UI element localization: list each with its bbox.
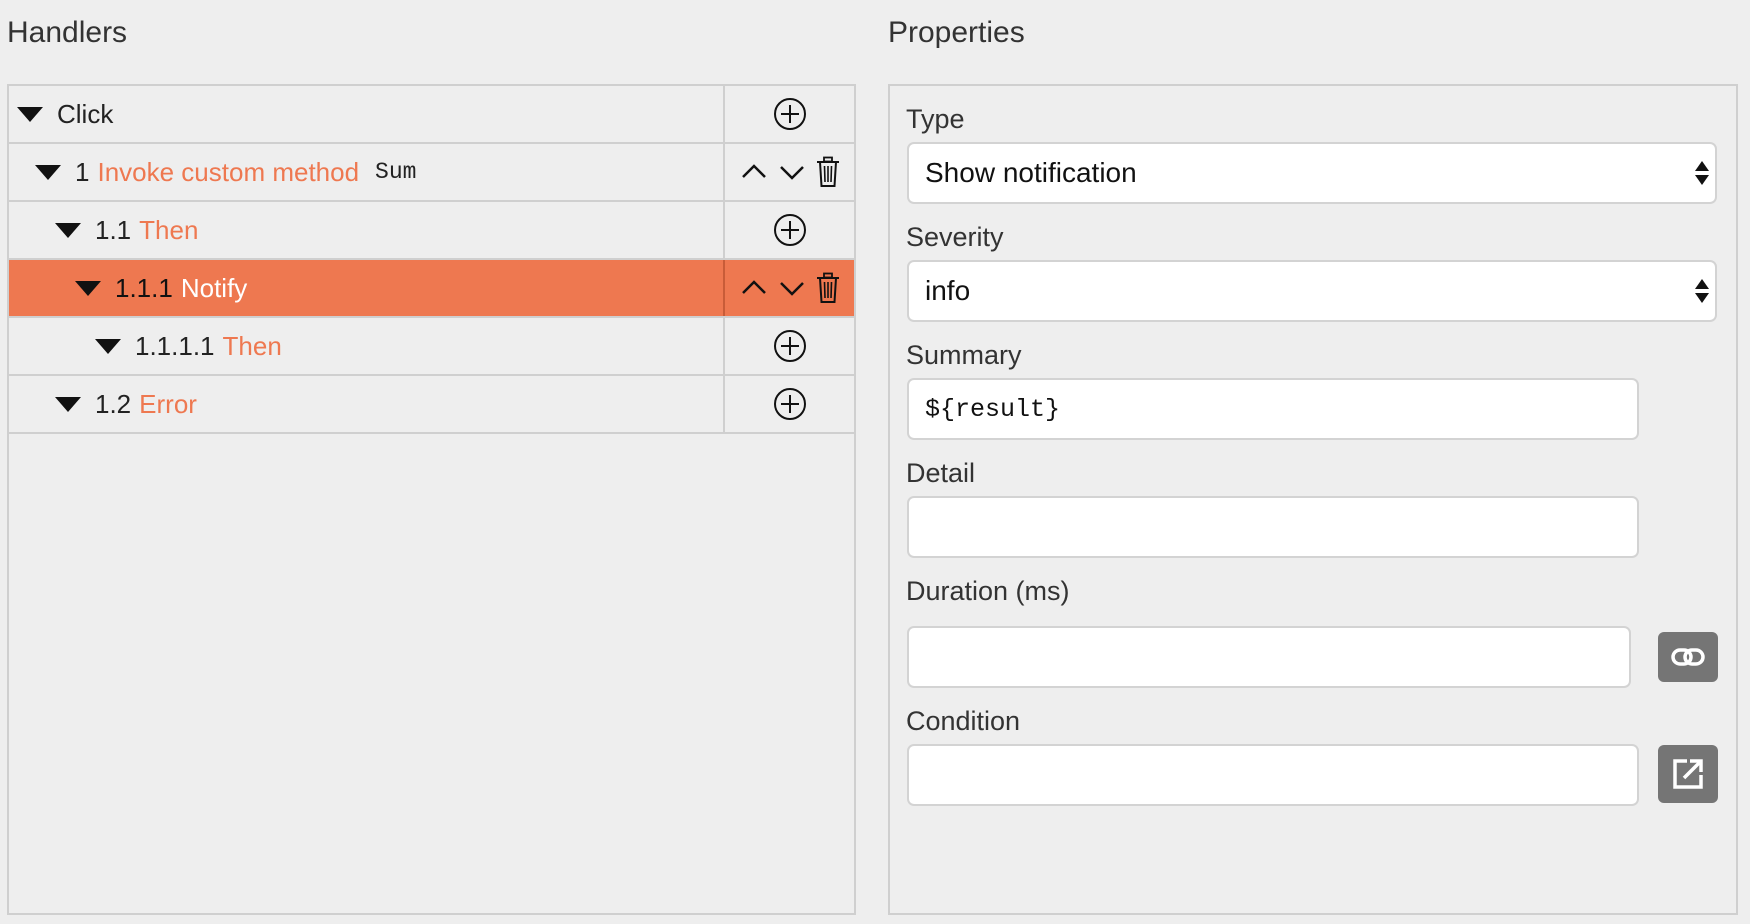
- node-kind: Error: [139, 388, 197, 419]
- node-number: 1.2: [95, 388, 132, 419]
- row-actions: [725, 86, 854, 142]
- row-actions: [725, 260, 854, 316]
- plus-circle-icon: [773, 330, 806, 362]
- trash-icon: [816, 156, 839, 187]
- add-handler-button[interactable]: [773, 387, 807, 421]
- select-arrows-icon: [1695, 279, 1709, 303]
- severity-select-value: info: [925, 275, 971, 306]
- caret-down-icon[interactable]: [75, 280, 101, 296]
- properties-title: Properties: [888, 16, 1025, 49]
- node-kind: Notify: [180, 272, 248, 303]
- row-actions: [725, 202, 854, 258]
- node-number: 1.1: [95, 214, 132, 245]
- select-arrows-icon: [1695, 161, 1709, 185]
- move-down-button[interactable]: [777, 157, 807, 187]
- row-actions: [725, 144, 854, 200]
- add-handler-button[interactable]: [773, 213, 807, 247]
- tree-row-label: 1.1.1 Notify: [9, 260, 725, 316]
- detail-label: Detail: [906, 458, 976, 488]
- tree-row-then-nested[interactable]: 1.1.1.1 Then: [9, 318, 854, 376]
- caret-down-icon[interactable]: [55, 396, 81, 412]
- chevron-up-icon: [741, 280, 766, 294]
- type-select[interactable]: Show notification: [907, 142, 1717, 204]
- tree-row-label: 1.2 Error: [9, 376, 725, 432]
- handlers-tree-panel: Click 1 Invoke custom method Sum 1.1 The…: [7, 84, 856, 915]
- node-kind: Then: [139, 214, 199, 245]
- chevron-down-icon: [779, 282, 804, 296]
- type-label: Type: [906, 104, 965, 134]
- plus-circle-icon: [773, 214, 806, 246]
- node-kind: Then: [222, 330, 282, 361]
- row-actions: [725, 318, 854, 374]
- caret-down-icon[interactable]: [95, 338, 121, 354]
- tree-row-notify[interactable]: 1.1.1 Notify: [9, 260, 854, 318]
- duration-binding-button[interactable]: [1658, 632, 1718, 682]
- chevron-down-icon: [779, 166, 804, 180]
- handlers-title: Handlers: [7, 16, 128, 49]
- tree-row-label: Click: [9, 86, 725, 142]
- row-actions: [725, 376, 854, 432]
- duration-input[interactable]: [907, 626, 1631, 688]
- external-edit-icon: [1673, 759, 1703, 789]
- move-down-button[interactable]: [777, 273, 807, 303]
- add-handler-button[interactable]: [773, 329, 807, 363]
- move-up-button[interactable]: [739, 157, 769, 187]
- summary-input[interactable]: [907, 378, 1639, 440]
- plus-circle-icon: [773, 388, 806, 420]
- node-argument: Sum: [375, 159, 417, 185]
- node-number: 1.1.1: [115, 272, 173, 303]
- node-label: Click: [57, 98, 114, 129]
- severity-select[interactable]: info: [907, 260, 1717, 322]
- tree-row-error[interactable]: 1.2 Error: [9, 376, 854, 434]
- tree-row-label: 1.1 Then: [9, 202, 725, 258]
- condition-label: Condition: [906, 706, 1021, 736]
- move-up-button[interactable]: [739, 273, 769, 303]
- plus-circle-icon: [773, 98, 806, 130]
- tree-row-then[interactable]: 1.1 Then: [9, 202, 854, 260]
- condition-editor-button[interactable]: [1658, 745, 1718, 803]
- delete-button[interactable]: [815, 156, 841, 188]
- severity-label: Severity: [906, 222, 1004, 252]
- tree-row-label: 1.1.1.1 Then: [9, 318, 725, 374]
- duration-label: Duration (ms): [906, 576, 1070, 606]
- tree-row-click[interactable]: Click: [9, 86, 854, 144]
- node-number: 1.1.1.1: [135, 330, 215, 361]
- tree-row-invoke-custom-method[interactable]: 1 Invoke custom method Sum: [9, 144, 854, 202]
- condition-input[interactable]: [907, 744, 1639, 806]
- caret-down-icon[interactable]: [35, 164, 61, 180]
- summary-label: Summary: [906, 340, 1022, 370]
- delete-button[interactable]: [815, 272, 841, 304]
- node-number: 1: [75, 156, 90, 187]
- trash-icon: [816, 272, 839, 303]
- caret-down-icon[interactable]: [17, 106, 43, 122]
- type-select-value: Show notification: [925, 157, 1137, 188]
- link-icon: [1671, 648, 1705, 666]
- properties-panel: Type Show notification Severity info Sum…: [888, 84, 1738, 915]
- add-handler-button[interactable]: [773, 97, 807, 131]
- chevron-up-icon: [741, 164, 766, 178]
- node-kind: Invoke custom method: [97, 156, 360, 187]
- tree-row-label: 1 Invoke custom method Sum: [9, 144, 725, 200]
- caret-down-icon[interactable]: [55, 222, 81, 238]
- detail-input[interactable]: [907, 496, 1639, 558]
